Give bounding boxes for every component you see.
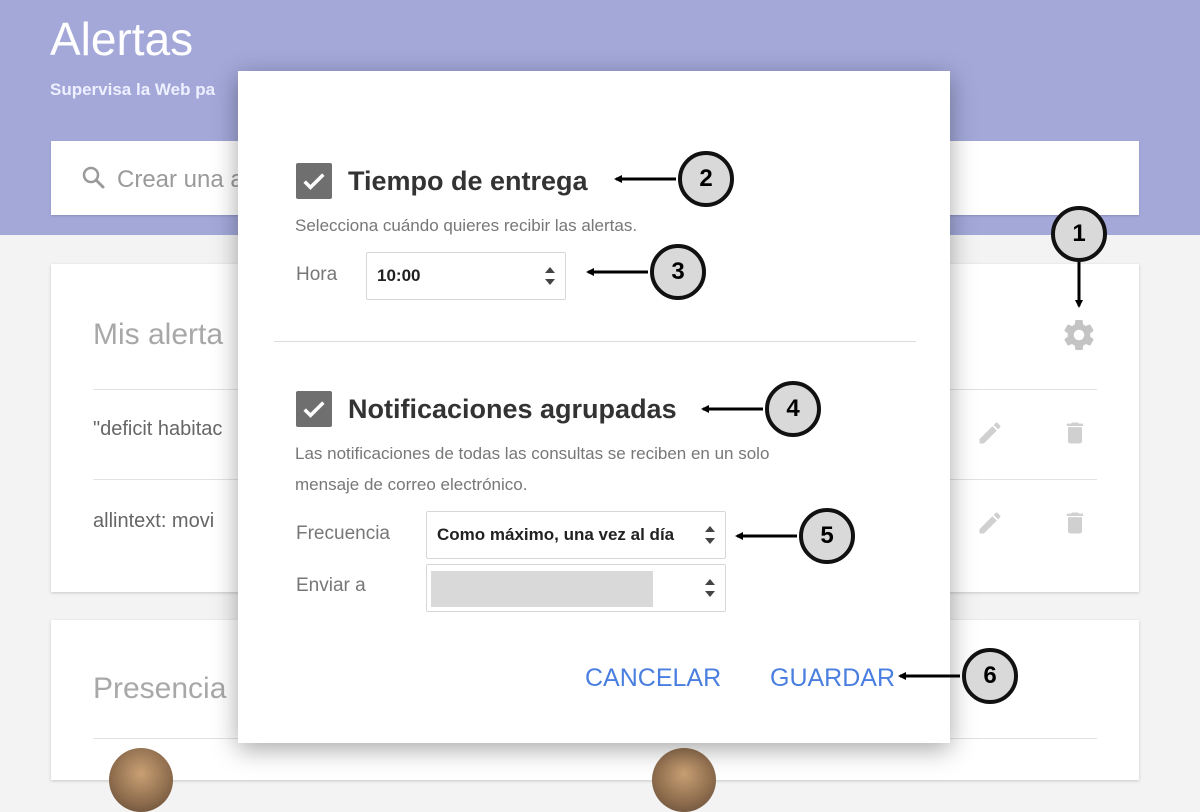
callout-3: 3 — [650, 244, 706, 300]
callout-2: 2 — [678, 151, 734, 207]
callout-5: 5 — [799, 508, 855, 564]
callout-4: 4 — [765, 381, 821, 437]
callout-arrows — [586, 175, 1083, 680]
callout-1: 1 — [1051, 206, 1107, 262]
callout-6: 6 — [962, 648, 1018, 704]
